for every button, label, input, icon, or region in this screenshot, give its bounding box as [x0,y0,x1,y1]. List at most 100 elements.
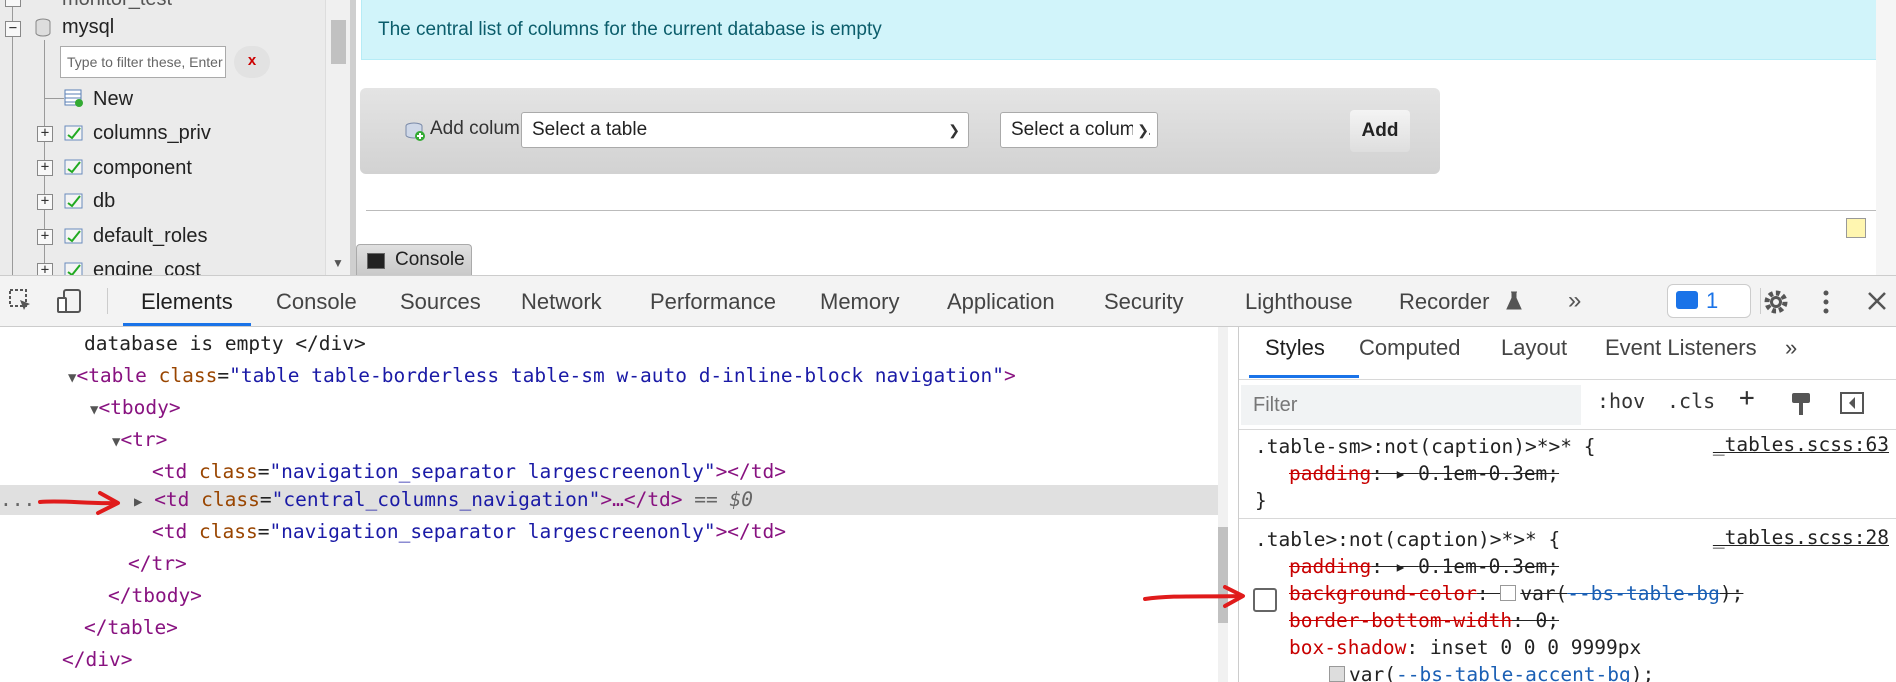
console-tab-label: Console [395,249,465,270]
tree-filter-input[interactable]: Type to filter these, Enter [60,46,226,78]
settings-gear-icon[interactable] [1762,288,1790,316]
tree-item-truncated[interactable]: monitor_test [62,0,172,11]
table-icon[interactable] [64,123,84,143]
tab-console[interactable]: Console [276,276,357,326]
dom-line-tr[interactable]: ▼<tr> [112,425,167,455]
select-table-dropdown[interactable]: Select a table ❯ [521,112,969,148]
new-rule-button[interactable]: + [1739,383,1755,413]
tab-sources[interactable]: Sources [400,276,481,326]
property-toggle-checkbox[interactable] [1253,588,1277,612]
dom-line-div-close[interactable]: </div> [62,645,132,675]
tree-item-db[interactable]: db [93,190,115,213]
rule-source-link[interactable]: _tables.scss:28 [1713,526,1889,549]
gutter-dots[interactable]: ... [0,485,35,515]
expand-icon[interactable]: + [37,263,53,275]
dom-line-tr-close[interactable]: </tr> [128,549,187,579]
tree-item-default-roles[interactable]: default_roles [93,225,208,248]
tree-filter-clear-button[interactable]: x [234,46,270,78]
issues-badge[interactable]: 1 [1667,284,1751,318]
dom-line-td-selected[interactable]: ▶ <td class="central_columns_navigation"… [134,485,753,515]
main-scrollbar[interactable] [1876,0,1896,275]
css-declaration[interactable]: padding: ▸ 0.1em-0.3em; [1289,553,1559,580]
tab-computed[interactable]: Computed [1359,335,1461,361]
dom-line-table-close[interactable]: </table> [84,613,178,643]
color-swatch-icon[interactable] [1500,585,1517,601]
expand-icon[interactable]: + [37,160,53,176]
add-button[interactable]: Add [1350,110,1410,152]
dom-line-text[interactable]: database is empty </div> [84,329,366,359]
dom-line-td-separator[interactable]: <td class="navigation_separator largescr… [152,457,786,487]
rule-source-link[interactable]: _tables.scss:63 [1713,433,1889,456]
tab-recorder[interactable]: Recorder [1399,276,1489,326]
hover-state-button[interactable]: :hov [1597,389,1645,413]
more-tabs-icon[interactable]: » [1785,335,1797,361]
tab-elements[interactable]: Elements [123,276,251,326]
expand-icon[interactable]: + [37,229,53,245]
dom-line-td-separator[interactable]: <td class="navigation_separator largescr… [152,517,786,547]
message-icon [1676,291,1698,309]
rule-close: } [1255,489,1267,512]
device-toolbar-icon[interactable] [56,288,84,314]
select-column-dropdown[interactable]: Select a column. ❯ [1000,112,1158,148]
tab-memory[interactable]: Memory [820,276,899,326]
tab-security[interactable]: Security [1104,276,1183,326]
kebab-menu-icon[interactable] [1820,288,1832,316]
chevron-down-icon: ❯ [1133,113,1149,147]
tab-application[interactable]: Application [947,276,1055,326]
annotation-arrow-icon [38,491,120,515]
database-icon [35,18,51,37]
expand-icon[interactable]: + [37,126,53,142]
elements-panel: database is empty </div> ▼<table class="… [0,327,1228,682]
dom-line-table[interactable]: ▼<table class="table table-borderless ta… [68,361,1016,391]
tab-layout[interactable]: Layout [1501,335,1567,361]
divider [366,210,1878,211]
table-icon[interactable] [64,191,84,211]
tree-item-new[interactable]: New [93,88,133,111]
flask-icon [1506,291,1522,310]
class-toggle-button[interactable]: .cls [1667,389,1715,413]
paint-brush-icon[interactable] [1789,391,1813,417]
tab-styles[interactable]: Styles [1265,335,1325,361]
toggle-sidebar-icon[interactable] [1839,391,1865,415]
tree-item-component[interactable]: component [93,157,192,180]
tab-event-listeners[interactable]: Event Listeners [1605,335,1757,361]
collapse-icon[interactable]: − [5,0,21,7]
page-settings-icon[interactable] [1846,218,1866,238]
rule-selector[interactable]: .table-sm>:not(caption)>*>* { [1255,433,1595,460]
divider [1239,429,1896,430]
css-declaration[interactable]: border-bottom-width: 0; [1289,607,1559,634]
scrollbar-thumb[interactable] [331,20,346,64]
tab-performance[interactable]: Performance [650,276,776,326]
tree-item-engine-cost[interactable]: engine_cost [93,259,201,275]
issues-count: 1 [1706,288,1719,313]
table-icon[interactable] [64,260,84,275]
scroll-down-icon[interactable]: ▼ [332,256,344,270]
css-declaration[interactable]: padding: ▸ 0.1em-0.3em; [1289,460,1559,487]
color-swatch-icon[interactable] [1329,666,1345,682]
rule-selector[interactable]: .table>:not(caption)>*>* { [1255,526,1560,553]
close-icon[interactable] [1866,290,1888,312]
new-table-icon [64,89,83,107]
tab-network[interactable]: Network [521,276,602,326]
tree-scrollbar[interactable]: ▼ [325,0,350,275]
css-declaration[interactable]: background-color: var(--bs-table-bg); [1289,580,1743,607]
inspect-element-icon[interactable] [8,288,34,314]
select-table-value: Select a table [532,119,648,140]
console-tab[interactable]: Console [356,244,472,275]
table-icon[interactable] [64,157,84,177]
elements-scrollbar[interactable] [1218,327,1228,682]
expand-icon[interactable]: + [37,194,53,210]
expand-triangle-icon[interactable]: ▶ [134,494,142,510]
styles-filter-input[interactable]: Filter [1241,385,1581,425]
tab-lighthouse[interactable]: Lighthouse [1245,276,1353,326]
css-declaration-continued[interactable]: var(--bs-table-accent-bg); [1329,661,1654,682]
table-icon[interactable] [64,226,84,246]
collapse-icon[interactable]: − [5,21,21,37]
more-tabs-icon[interactable]: » [1568,288,1581,314]
css-declaration[interactable]: box-shadow: inset 0 0 0 9999px [1289,634,1641,661]
tree-db-mysql[interactable]: mysql [62,16,114,39]
tree-item-columns-priv[interactable]: columns_priv [93,122,211,145]
dom-line-tbody[interactable]: ▼<tbody> [90,393,181,423]
add-column-icon [405,122,425,141]
dom-line-tbody-close[interactable]: </tbody> [108,581,202,611]
